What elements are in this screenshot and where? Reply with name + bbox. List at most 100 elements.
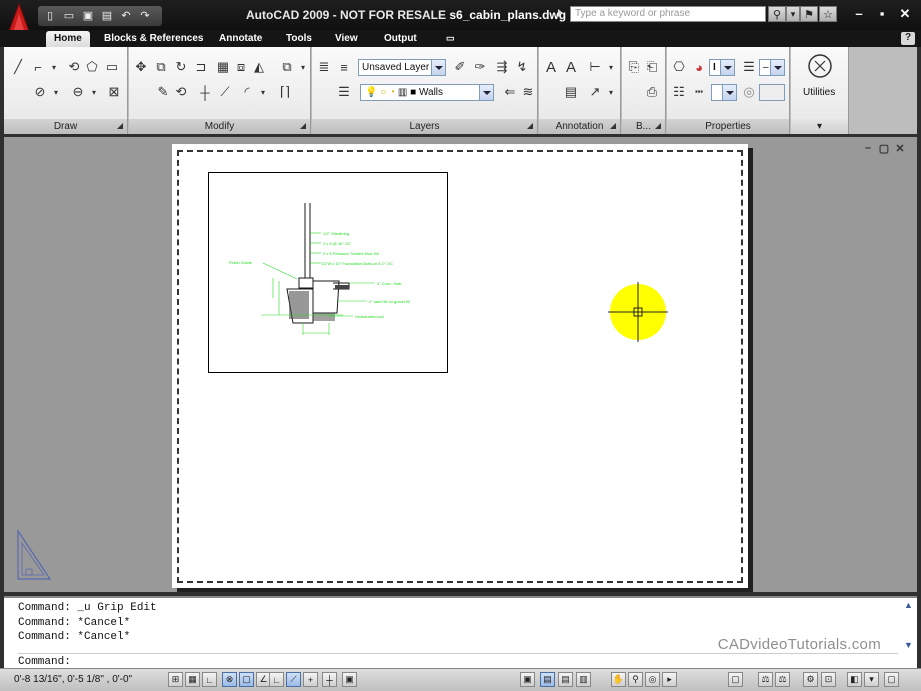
text-icon[interactable]: A xyxy=(543,59,559,76)
snap-mode-icon[interactable]: ⊞ xyxy=(168,672,183,687)
infocenter-expand-icon[interactable] xyxy=(558,9,563,17)
leader-icon[interactable]: ↗ xyxy=(587,84,603,100)
search-options-icon[interactable]: ▾ xyxy=(786,6,800,22)
polyline-icon[interactable]: ⌐ xyxy=(30,59,46,75)
minimize-window-button[interactable]: – xyxy=(850,6,868,21)
tab-output[interactable]: Output xyxy=(376,31,425,47)
multiline-text-icon[interactable]: A xyxy=(563,59,579,76)
draw-panel-title[interactable]: Draw xyxy=(4,119,127,134)
scroll-down-icon[interactable]: ▼ xyxy=(904,640,913,650)
clean-screen-icon[interactable]: ▢ xyxy=(884,672,899,687)
offset-icon[interactable]: ⊐ xyxy=(193,59,209,75)
search-icon[interactable]: ⚲ xyxy=(768,6,786,22)
match-properties-icon[interactable]: ⎔ xyxy=(671,59,687,75)
trim-icon[interactable]: ┼ xyxy=(197,84,213,100)
arc-icon[interactable]: ⟲ xyxy=(66,59,82,75)
layer-match-icon[interactable]: ⇶ xyxy=(494,59,510,75)
dynamic-input-icon[interactable]: ⟋ xyxy=(286,672,301,687)
layer-isolate-icon[interactable]: ✐ xyxy=(452,59,468,75)
annotation-visibility-icon[interactable]: ⚖ xyxy=(775,672,790,687)
polygon-icon[interactable]: ⬠ xyxy=(84,59,100,75)
edit-block-icon[interactable]: ⎙ xyxy=(644,84,660,100)
isolate-objects-icon[interactable]: ◧ xyxy=(847,672,862,687)
infocenter-search-input[interactable]: Type a keyword or phrase xyxy=(570,6,766,22)
model-paper-toggle-icon[interactable]: ▣ xyxy=(342,672,357,687)
layer-walk-icon[interactable]: ≋ xyxy=(520,84,536,100)
quick-view-layouts-icon[interactable]: ▥ xyxy=(576,672,591,687)
pan-icon[interactable]: ✋ xyxy=(611,672,626,687)
utilities-expand-button[interactable]: ▾ xyxy=(791,119,848,134)
redo-icon[interactable]: ↷ xyxy=(137,8,153,23)
tab-tools[interactable]: Tools xyxy=(278,31,320,47)
command-scrollbar[interactable]: ▲ ▼ xyxy=(903,600,915,664)
grid-display-icon[interactable]: ▦ xyxy=(185,672,200,687)
model-space-icon[interactable]: ▣ xyxy=(520,672,535,687)
help-icon[interactable]: ? xyxy=(901,32,915,45)
showmotion-icon[interactable]: ▸ xyxy=(662,672,677,687)
move-icon[interactable]: ✥ xyxy=(133,59,149,75)
lineweight-dropdown[interactable]: – xyxy=(759,59,785,76)
circle-dropdown-icon[interactable]: ▾ xyxy=(48,84,64,100)
copy-icon[interactable]: ⧉ xyxy=(153,59,169,75)
steering-wheel-icon[interactable]: ◎ xyxy=(645,672,660,687)
color-wheel-icon[interactable]: ◕ xyxy=(691,59,707,75)
workspace-switching-icon[interactable]: ⚙ xyxy=(803,672,818,687)
linetype-icon[interactable]: ┅ xyxy=(691,84,707,100)
command-input[interactable]: Command: xyxy=(18,656,71,668)
maximize-viewport-icon[interactable]: ▢ xyxy=(728,672,743,687)
restore-window-button[interactable]: ▪ xyxy=(873,6,891,21)
properties-panel-title[interactable]: Properties xyxy=(667,119,789,134)
block-panel-title[interactable]: B... xyxy=(622,119,665,134)
save-icon[interactable]: ▣ xyxy=(80,8,96,23)
doc-restore-button[interactable]: ▢ xyxy=(878,142,890,155)
extend-icon[interactable]: ⟋ xyxy=(217,84,233,100)
ortho-mode-icon[interactable]: ∟ xyxy=(202,672,217,687)
break-icon[interactable]: ⌈⌉ xyxy=(277,84,293,100)
layout-sheet[interactable]: 1/2" Sheathing 2 x 6 @ 16" OC 2 x 6 Pres… xyxy=(172,144,748,588)
close-window-button[interactable]: ✕ xyxy=(896,6,914,22)
quick-properties-icon[interactable]: ┼ xyxy=(322,672,337,687)
hatch-icon[interactable]: ⊠ xyxy=(106,84,122,100)
color-dropdown[interactable]: I xyxy=(709,59,735,76)
open-file-icon[interactable]: ▭ xyxy=(61,8,77,23)
favorites-star-icon[interactable]: ☆ xyxy=(819,6,837,22)
leader-dropdown-icon[interactable]: ▾ xyxy=(603,84,619,100)
ducs-icon[interactable]: ∟ xyxy=(269,672,284,687)
layout-viewport[interactable]: 1/2" Sheathing 2 x 6 @ 16" OC 2 x 6 Pres… xyxy=(208,172,448,373)
command-line-window[interactable]: Command: _u Grip Edit Command: *Cancel* Co… xyxy=(4,596,917,668)
scale-icon[interactable]: ⟲ xyxy=(173,84,189,100)
undo-icon[interactable]: ↶ xyxy=(118,8,134,23)
utilities-label[interactable]: Utilities xyxy=(803,87,835,98)
doc-minimize-button[interactable]: – xyxy=(862,142,874,154)
layers-panel-title[interactable]: Layers xyxy=(312,119,537,134)
scroll-up-icon[interactable]: ▲ xyxy=(904,600,913,610)
insert-block-icon[interactable]: ⎘ xyxy=(626,59,642,75)
stretch-icon[interactable]: ⧈ xyxy=(233,59,249,75)
drawing-canvas[interactable]: – ▢ ✕ 1/2" Sheathing 2 x 6 @ 16" OC 2 x … xyxy=(4,137,917,592)
polyline-dropdown-icon[interactable]: ▾ xyxy=(46,59,62,75)
layer-state-dropdown[interactable]: Unsaved Layer xyxy=(358,59,446,76)
layout-two-icon[interactable]: ▤ xyxy=(558,672,573,687)
zoom-icon[interactable]: ⚲ xyxy=(628,672,643,687)
explode-icon[interactable]: ⧉ xyxy=(279,59,295,75)
modify-panel-title[interactable]: Modify xyxy=(129,119,310,134)
tab-view[interactable]: View xyxy=(327,31,366,47)
tab-blocks-references[interactable]: Blocks & References xyxy=(96,31,212,47)
fillet-dropdown-icon[interactable]: ▾ xyxy=(255,84,271,100)
status-tray-settings-icon[interactable]: ▾ xyxy=(864,672,879,687)
explode-dropdown-icon[interactable]: ▾ xyxy=(295,59,311,75)
lineweight-icon[interactable]: ☰ xyxy=(741,59,757,75)
ellipse-dropdown-icon[interactable]: ▾ xyxy=(86,84,102,100)
print-icon[interactable]: ▤ xyxy=(99,8,115,23)
array-icon[interactable]: ▦ xyxy=(215,59,231,75)
tab-home[interactable]: Home xyxy=(46,31,90,47)
layer-unisolate-icon[interactable]: ✑ xyxy=(472,59,488,75)
doc-close-button[interactable]: ✕ xyxy=(894,142,906,155)
erase-icon[interactable]: ✎ xyxy=(155,84,171,100)
layer-off-icon[interactable]: ↯ xyxy=(514,59,530,75)
plot-style-dropdown[interactable] xyxy=(759,84,785,101)
layer-states-icon[interactable]: ≡ xyxy=(336,59,352,75)
ribbon-minimize-icon[interactable]: ▭ xyxy=(438,31,463,47)
linetype-dropdown[interactable] xyxy=(711,84,737,101)
mirror-icon[interactable]: ◭ xyxy=(251,59,267,75)
